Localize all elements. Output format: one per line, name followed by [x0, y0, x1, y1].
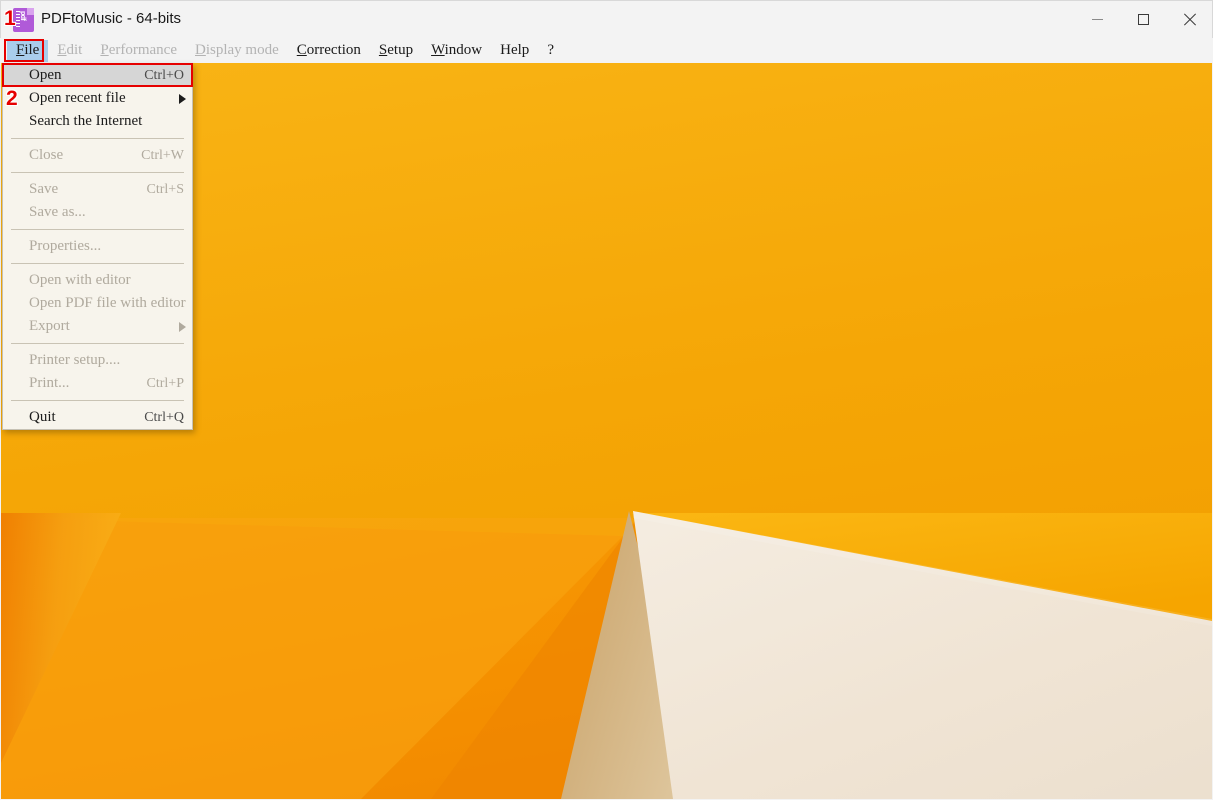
menu-item-save-as: Save as... [3, 201, 192, 224]
minimize-icon [1091, 19, 1103, 20]
submenu-arrow-icon [179, 94, 186, 104]
menu-item-properties: Properties... [3, 235, 192, 258]
file-menu-dropdown[interactable]: Open Ctrl+O Open recent file Search the Int… [2, 63, 193, 430]
menu-item-shortcut: Ctrl+S [146, 181, 184, 197]
menu-separator [11, 172, 184, 173]
pdf-document-icon: pdf [13, 8, 34, 32]
menu-item-label: Open PDF file with editor [29, 295, 186, 311]
close-icon [1183, 13, 1196, 26]
menu-item-label: Save [29, 181, 59, 197]
menu-item-quit[interactable]: Quit Ctrl+Q [3, 406, 192, 429]
menu-separator [11, 343, 184, 344]
menubar-item-correction[interactable]: Correction [288, 40, 370, 62]
menu-item-label: Open recent file [29, 90, 126, 106]
maximize-icon [1137, 14, 1149, 25]
menu-item-label: Search the Internet [29, 113, 143, 129]
menu-bar: File Edit Performance Display mode Correctio… [1, 38, 1212, 63]
menu-item-label: Open with editor [29, 272, 131, 288]
pdf-icon-fold [27, 8, 34, 15]
maximize-button[interactable] [1120, 1, 1166, 38]
menubar-item-help[interactable]: Help [491, 40, 538, 62]
menu-item-print: Print... Ctrl+P [3, 372, 192, 395]
menu-item-label: Properties... [29, 238, 102, 254]
menu-item-label: Save as... [29, 204, 86, 220]
menubar-item-window[interactable]: Window [422, 40, 491, 62]
menu-item-printer-setup: Printer setup.... [3, 349, 192, 372]
menu-separator [11, 138, 184, 139]
window-title: PDFtoMusic - 64-bits [41, 10, 182, 27]
menu-item-close: Close Ctrl+W [3, 144, 192, 167]
pdf-icon-label: pdf [19, 11, 26, 21]
menu-item-label: Print... [29, 375, 70, 391]
menu-item-export: Export [3, 315, 192, 338]
menu-item-label: Open [29, 67, 62, 83]
application-window: pdf PDFtoMusic - 64-bits File Edit Perform… [0, 0, 1213, 800]
menubar-item-edit[interactable]: Edit [48, 40, 91, 62]
menu-item-save: Save Ctrl+S [3, 178, 192, 201]
menu-item-label: Close [29, 147, 64, 163]
menu-item-open[interactable]: Open Ctrl+O [3, 64, 192, 87]
menu-item-open-pdf-file-with-editor: Open PDF file with editor [3, 292, 192, 315]
menu-item-open-recent-file[interactable]: Open recent file [3, 87, 192, 110]
menubar-item-[interactable]: ? [538, 40, 563, 62]
menubar-item-setup[interactable]: Setup [370, 40, 422, 62]
menubar-item-display-mode[interactable]: Display mode [186, 40, 288, 62]
menu-separator [11, 400, 184, 401]
menu-item-shortcut: Ctrl+P [146, 375, 184, 391]
menubar-item-file[interactable]: File [7, 39, 49, 62]
menu-item-open-with-editor: Open with editor [3, 269, 192, 292]
menu-item-shortcut: Ctrl+O [144, 67, 184, 83]
menu-separator [11, 229, 184, 230]
submenu-arrow-icon [179, 322, 186, 332]
title-bar: pdf PDFtoMusic - 64-bits [0, 0, 1213, 38]
menu-item-search-the-internet[interactable]: Search the Internet [3, 110, 192, 133]
menubar-item-performance[interactable]: Performance [91, 40, 186, 62]
menu-item-shortcut: Ctrl+W [141, 147, 184, 163]
menu-item-shortcut: Ctrl+Q [144, 409, 184, 425]
menu-item-label: Printer setup.... [29, 352, 121, 368]
menu-item-label: Export [29, 318, 70, 334]
minimize-button[interactable] [1074, 1, 1120, 38]
menu-separator [11, 263, 184, 264]
menu-item-label: Quit [29, 409, 56, 425]
close-button[interactable] [1166, 1, 1212, 38]
